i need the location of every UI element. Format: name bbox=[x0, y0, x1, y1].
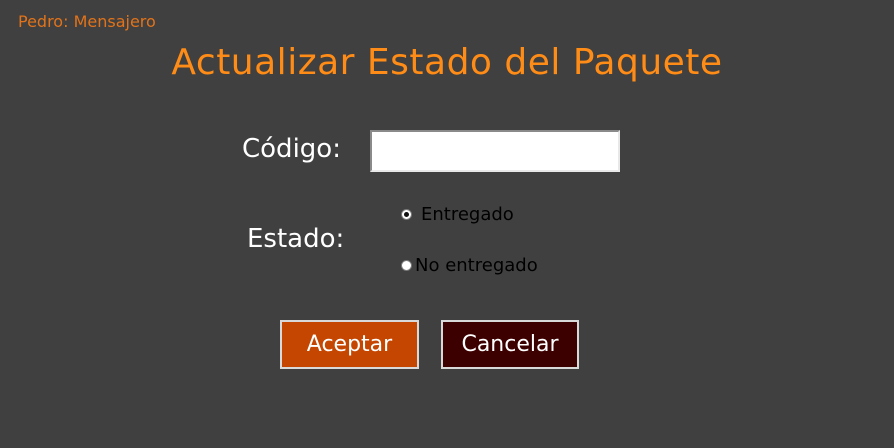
codigo-input[interactable] bbox=[370, 130, 620, 172]
radio-no-entregado[interactable] bbox=[401, 260, 412, 271]
user-role-label: Pedro: Mensajero bbox=[18, 12, 156, 31]
radio-no-entregado-label: No entregado bbox=[415, 255, 538, 276]
cancel-button[interactable]: Cancelar bbox=[441, 320, 579, 369]
codigo-label: Código: bbox=[242, 134, 341, 164]
radio-entregado[interactable] bbox=[401, 209, 412, 220]
radio-entregado-label: Entregado bbox=[421, 204, 514, 225]
estado-label: Estado: bbox=[247, 224, 345, 254]
page-title: Actualizar Estado del Paquete bbox=[171, 42, 723, 83]
radio-option-entregado[interactable]: Entregado bbox=[401, 204, 514, 225]
accept-button[interactable]: Aceptar bbox=[280, 320, 419, 369]
radio-option-no-entregado[interactable]: No entregado bbox=[401, 255, 538, 276]
